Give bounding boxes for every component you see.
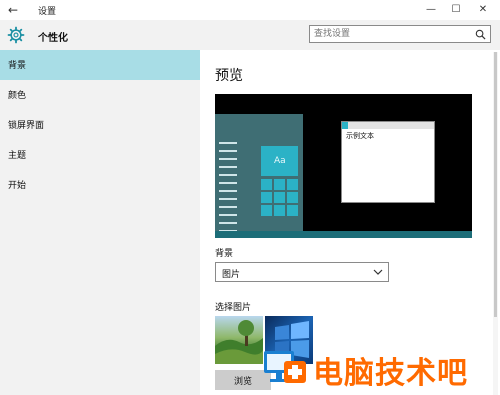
background-label: 背景 [215,249,234,259]
page-title: 个性化 [38,33,68,44]
preview-tile-label: Aa [274,156,286,166]
sidebar-item-start[interactable]: 开始 [0,170,200,200]
preview-tile [274,205,285,216]
window-title: 设置 [38,7,57,17]
search-box[interactable] [309,25,491,43]
gear-icon [7,26,25,44]
watermark-text: 电脑技术吧 [313,356,468,391]
watermark-logo-icon [264,351,306,383]
back-arrow-icon[interactable]: ← [8,3,18,17]
preview-tile [287,179,298,190]
sidebar-item-background[interactable]: 背景 [0,50,200,80]
title-bar: ← 设置 — ☐ ✕ [0,0,500,20]
search-icon[interactable] [475,29,486,40]
minimize-icon[interactable]: — [418,2,444,18]
preview-tile [287,205,298,216]
picture-thumbnail[interactable] [215,316,263,364]
maximize-icon[interactable]: ☐ [443,2,469,18]
choose-picture-label: 选择图片 [215,303,252,313]
preview-sample-window: 示例文本 [341,121,435,203]
sidebar-item-lock-screen[interactable]: 锁屏界面 [0,110,200,140]
sidebar-item-label: 颜色 [8,91,27,101]
background-type-dropdown[interactable]: 图片 [215,262,389,282]
preview-sample-text: 示例文本 [346,132,374,140]
desktop-preview: Aa 示例文本 [215,94,472,238]
background-type-value: 图片 [222,270,241,280]
sidebar-item-themes[interactable]: 主题 [0,140,200,170]
sidebar-item-label: 锁屏界面 [8,121,45,131]
sidebar-item-label: 背景 [8,61,27,71]
chevron-down-icon [373,269,383,275]
close-icon[interactable]: ✕ [470,2,496,18]
sidebar-item-label: 开始 [8,181,27,191]
preview-window-titlebar [342,122,434,129]
search-input[interactable] [314,27,464,41]
sidebar-item-label: 主题 [8,151,27,161]
sidebar-item-colors[interactable]: 颜色 [0,80,200,110]
scrollbar-thumb[interactable] [494,52,497,317]
preview-tile [261,192,272,203]
preview-tile [261,205,272,216]
preview-start-menu: Aa [215,114,303,232]
preview-heading: 预览 [215,68,243,84]
sidebar: 背景 颜色 锁屏界面 主题 开始 [0,50,200,395]
preview-tile [261,179,272,190]
preview-tile [274,192,285,203]
preview-taskbar [215,231,472,238]
preview-tile [274,179,285,190]
preview-tile [287,192,298,203]
